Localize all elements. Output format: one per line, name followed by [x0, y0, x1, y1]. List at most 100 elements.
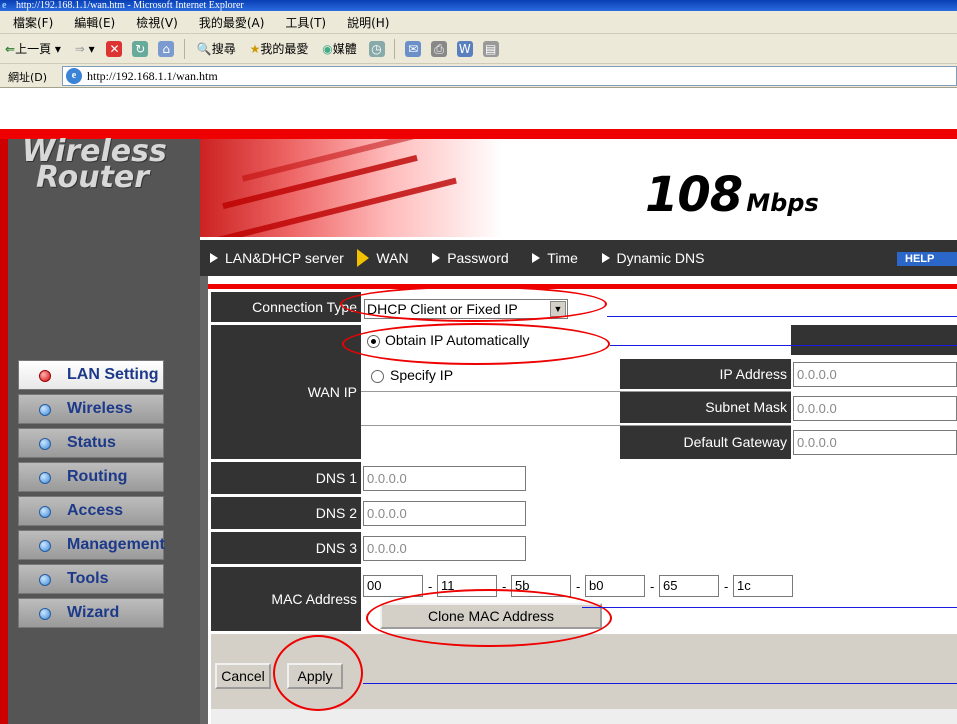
page-icon: e: [66, 68, 82, 84]
dns2-label: DNS 2: [211, 497, 361, 529]
browser-toolbar: ⇐上一頁 ▾ ⇒ ▾ ✕ ↻ ⌂ 🔍搜尋 ★我的最愛 ◉媒體 ◷ ✉ ⎙ W ▤: [0, 34, 957, 64]
dns1-label: DNS 1: [211, 462, 361, 494]
menu-favorites[interactable]: 我的最愛(A): [186, 11, 273, 32]
mac-separator: -: [650, 579, 655, 594]
wan-ip-label: WAN IP: [211, 325, 361, 459]
speed-unit: Mbps: [746, 189, 819, 217]
sidebar-item-status[interactable]: Status: [18, 428, 164, 458]
toolbar-separator: [394, 39, 396, 59]
ip-address-label: IP Address: [620, 359, 791, 389]
banner-streak: [222, 154, 418, 210]
arrow-right-icon: [210, 253, 218, 264]
dns1-input[interactable]: 0.0.0.0: [363, 466, 526, 491]
toolbar-separator: [183, 39, 185, 59]
nav-wan[interactable]: WAN: [347, 240, 409, 276]
router-page: Wireless Router 108 Mbps LAN&DHCP server …: [0, 89, 957, 724]
pointer-line: [607, 316, 957, 317]
sidebar-item-tools[interactable]: Tools: [18, 564, 164, 594]
specify-ip-label: Specify IP: [390, 367, 454, 383]
bullet-icon: [39, 370, 51, 382]
top-nav: LAN&DHCP server WAN Password Time Dynami…: [200, 240, 957, 276]
ie-icon: e: [2, 0, 7, 11]
print-icon[interactable]: ⎙: [431, 41, 448, 57]
nav-red-bar: [200, 284, 957, 289]
search-icon: 🔍: [196, 42, 212, 56]
sidebar-item-routing[interactable]: Routing: [18, 462, 164, 492]
nav-lan-dhcp[interactable]: LAN&DHCP server: [200, 240, 344, 276]
sidebar-item-wizard[interactable]: Wizard: [18, 598, 164, 628]
back-button[interactable]: ⇐上一頁 ▾: [0, 34, 66, 64]
subnet-mask-input[interactable]: 0.0.0.0: [793, 396, 957, 421]
dns3-input[interactable]: 0.0.0.0: [363, 536, 526, 561]
address-bar: 網址(D) e http://192.168.1.1/wan.htm: [0, 64, 957, 88]
arrow-right-icon: [432, 253, 441, 264]
mac-octet-6[interactable]: 1c: [733, 575, 793, 597]
mac-separator: -: [724, 579, 729, 594]
menu-bar: 檔案(F) 編輯(E) 檢視(V) 我的最愛(A) 工具(T) 說明(H): [0, 11, 957, 34]
arrow-right-icon: [532, 253, 541, 264]
address-input[interactable]: e http://192.168.1.1/wan.htm: [62, 66, 957, 86]
header-banner: [200, 139, 957, 237]
dns2-input[interactable]: 0.0.0.0: [363, 501, 526, 526]
edit-icon[interactable]: W: [456, 41, 473, 57]
stop-icon[interactable]: ✕: [106, 41, 123, 57]
bullet-icon: [39, 506, 51, 518]
mac-separator: -: [576, 579, 581, 594]
sidebar-item-lan-setting[interactable]: LAN Setting: [18, 360, 164, 390]
refresh-icon[interactable]: ↻: [132, 41, 149, 57]
discuss-icon[interactable]: ▤: [482, 41, 499, 57]
mail-icon[interactable]: ✉: [405, 41, 422, 57]
menu-file[interactable]: 檔案(F): [0, 11, 61, 32]
pointer-line: [363, 683, 957, 684]
history-icon[interactable]: ◷: [368, 41, 385, 57]
cancel-button[interactable]: Cancel: [215, 663, 271, 689]
favorites-icon: ★: [249, 42, 261, 56]
form-left-border: [200, 276, 208, 724]
menu-edit[interactable]: 編輯(E): [61, 11, 123, 32]
nav-dynamic-dns[interactable]: Dynamic DNS: [592, 240, 704, 276]
highlight-apply: [273, 635, 363, 711]
ip-address-input[interactable]: 0.0.0.0: [793, 362, 957, 387]
banner-streak: [203, 177, 457, 237]
bullet-icon: [39, 472, 51, 484]
mac-address-label: MAC Address: [211, 567, 361, 631]
window-title-bar: e http://192.168.1.1/wan.htm - Microsoft…: [0, 0, 957, 11]
specify-ip-radio[interactable]: [371, 370, 384, 383]
menu-view[interactable]: 檢視(V): [123, 11, 186, 32]
bullet-icon: [39, 540, 51, 552]
sidebar-item-access[interactable]: Access: [18, 496, 164, 526]
window-title: http://192.168.1.1/wan.htm - Microsoft I…: [16, 0, 244, 11]
forward-arrow-icon: ⇒: [74, 42, 85, 56]
media-icon: ◉: [322, 42, 333, 56]
menu-help[interactable]: 說明(H): [334, 11, 397, 32]
page-bottom: [211, 709, 957, 724]
menu-tools[interactable]: 工具(T): [272, 11, 334, 32]
forward-button[interactable]: ⇒ ▾: [70, 34, 100, 64]
bullet-icon: [39, 404, 51, 416]
dns3-label: DNS 3: [211, 532, 361, 564]
speed-number: 108: [645, 167, 743, 223]
wan-ip-blank-cell: [791, 325, 957, 355]
default-gateway-label: Default Gateway: [620, 426, 791, 459]
nav-password[interactable]: Password: [422, 240, 509, 276]
mac-octet-5[interactable]: 65: [659, 575, 719, 597]
back-arrow-icon: ⇐: [5, 42, 16, 56]
arrow-right-icon: [357, 249, 370, 268]
speed-logo: 108 Mbps: [645, 167, 819, 223]
favorites-button[interactable]: ★我的最愛: [245, 34, 314, 64]
sidebar-item-management[interactable]: Management: [18, 530, 165, 560]
search-button[interactable]: 🔍搜尋: [192, 34, 241, 64]
arrow-right-icon: [601, 253, 610, 264]
bullet-icon: [39, 608, 51, 620]
media-button[interactable]: ◉媒體: [317, 34, 362, 64]
bullet-icon: [39, 574, 51, 586]
sidebar-item-wireless[interactable]: Wireless: [18, 394, 164, 424]
mac-octet-1[interactable]: 00: [363, 575, 423, 597]
sidebar-menu: LAN Setting Wireless Status Routing Acce…: [18, 360, 165, 632]
home-icon[interactable]: ⌂: [158, 41, 175, 57]
mac-octet-4[interactable]: b0: [585, 575, 645, 597]
nav-time[interactable]: Time: [522, 240, 578, 276]
default-gateway-input[interactable]: 0.0.0.0: [793, 430, 957, 455]
help-button[interactable]: HELP: [897, 252, 957, 266]
brand-line2: Router: [36, 160, 150, 195]
